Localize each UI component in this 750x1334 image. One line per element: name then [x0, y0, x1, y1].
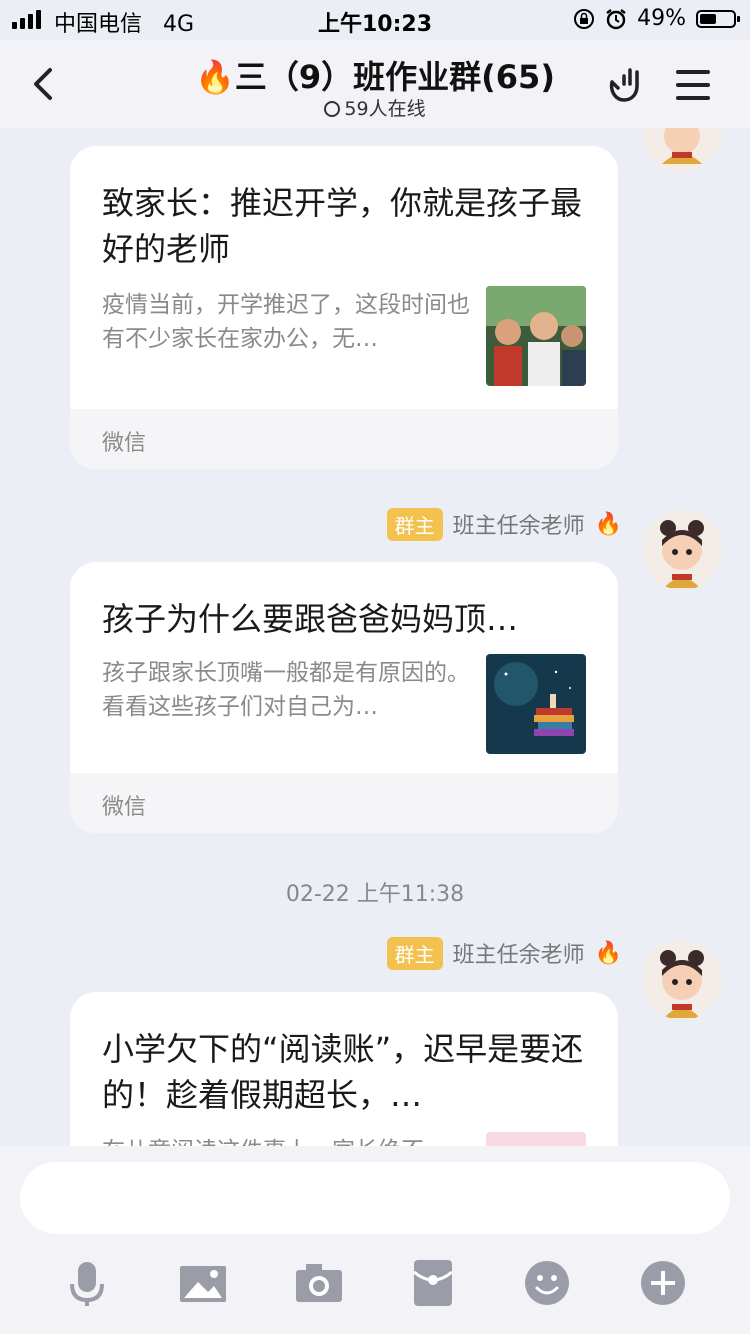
sender-line: 群主 班主任余老师 🔥 — [386, 507, 622, 541]
message-input[interactable] — [20, 1162, 730, 1234]
input-bar — [0, 1146, 750, 1334]
fire-icon: 🔥 — [594, 940, 622, 966]
sender-name[interactable]: 班主任余老师 — [453, 508, 585, 540]
article-title: 小学欠下的“阅读账”，迟早是要还的！趁着假期超长，… — [102, 1030, 584, 1114]
article-title: 致家长：推迟开学，你就是孩子最好的老师 — [102, 184, 583, 268]
article-summary: 在儿童阅读这件事上，家长绝不 — [102, 1134, 470, 1146]
hand-gesture-icon[interactable] — [604, 62, 644, 106]
toolbar — [0, 1256, 750, 1310]
article-source: 微信 — [70, 409, 618, 469]
alarm-icon — [606, 8, 626, 29]
sender-name[interactable]: 班主任余老师 — [453, 937, 585, 969]
article-thumbnail — [486, 1132, 586, 1146]
article-title: 孩子为什么要跟爸爸妈妈顶… — [102, 600, 519, 638]
article-thumbnail — [486, 286, 586, 386]
menu-icon[interactable] — [676, 70, 710, 100]
chat-header: 🔥三（9）班作业群(65) 59人在线 — [0, 40, 750, 128]
sender-line: 群主 班主任余老师 🔥 — [386, 936, 622, 970]
battery-icon — [696, 9, 740, 28]
status-bar: 中国电信 4G 上午10:23 49% — [0, 0, 750, 40]
article-card[interactable]: 孩子为什么要跟爸爸妈妈顶… 孩子跟家长顶嘴一般都是有原因的。看看这些孩子们对自己… — [70, 562, 618, 833]
article-card[interactable]: 致家长：推迟开学，你就是孩子最好的老师 疫情当前，开学推迟了，这段时间也有不少家… — [70, 146, 618, 469]
chat-area[interactable]: 致家长：推迟开学，你就是孩子最好的老师 疫情当前，开学推迟了，这段时间也有不少家… — [0, 128, 750, 1146]
emoji-icon[interactable] — [520, 1256, 574, 1310]
fire-icon: 🔥 — [594, 511, 622, 537]
plus-icon[interactable] — [636, 1256, 690, 1310]
avatar[interactable] — [642, 940, 722, 1020]
article-summary: 孩子跟家长顶嘴一般都是有原因的。看看这些孩子们对自己为… — [102, 660, 470, 720]
microphone-icon[interactable] — [60, 1256, 114, 1310]
article-card[interactable]: 小学欠下的“阅读账”，迟早是要还的！趁着假期超长，… 在儿童阅读这件事上，家长绝… — [70, 992, 618, 1146]
chevron-down-icon — [324, 101, 341, 117]
orientation-lock-icon — [574, 8, 595, 29]
owner-badge: 群主 — [386, 936, 443, 970]
avatar[interactable] — [642, 128, 722, 172]
red-packet-icon[interactable] — [406, 1256, 460, 1310]
article-source: 微信 — [70, 773, 618, 833]
battery-percent: 49% — [637, 6, 686, 31]
avatar[interactable] — [642, 510, 722, 590]
article-thumbnail — [486, 654, 586, 754]
camera-icon[interactable] — [292, 1256, 346, 1310]
owner-badge: 群主 — [386, 507, 443, 541]
message-timestamp: 02-22 上午11:38 — [285, 882, 465, 907]
article-summary: 疫情当前，开学推迟了，这段时间也有不少家长在家办公，无… — [102, 292, 470, 352]
image-icon[interactable] — [176, 1256, 230, 1310]
